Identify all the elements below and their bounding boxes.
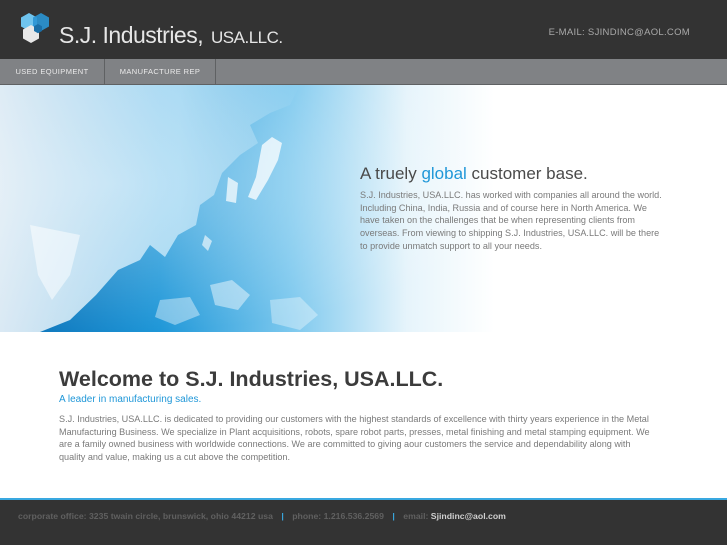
hero-title: A truely global customer base. [360,164,588,184]
footer-office-address: corporate office: 3235 twain circle, bru… [18,511,273,521]
page-description: S.J. Industries, USA.LLC. is dedicated t… [59,414,650,463]
hero-title-highlight: global [421,164,467,183]
footer-separator: | [392,511,395,521]
site-header: S.J. Industries, USA.LLC. E-MAIL: SJINDI… [0,0,727,59]
page-title: Welcome to S.J. Industries, USA.LLC. [59,367,444,391]
footer-separator: | [281,511,284,521]
company-name[interactable]: S.J. Industries, USA.LLC. [59,22,283,49]
page-subtitle: A leader in manufacturing sales. [59,394,202,405]
hero-description: S.J. Industries, USA.LLC. has worked wit… [360,190,662,251]
header-email-link[interactable]: E-MAIL: SJINDINC@AOL.COM [549,27,690,38]
company-name-main: S.J. Industries, [59,22,204,48]
footer-email-label: email: [403,511,429,521]
nav-item-manufacture-rep[interactable]: MANUFACTURE REP [105,59,216,85]
main-nav: USED EQUIPMENT MANUFACTURE REP [0,59,727,85]
footer-contact: corporate office: 3235 twain circle, bru… [18,511,506,521]
hero-title-post: customer base. [471,164,588,183]
nav-item-used-equipment[interactable]: USED EQUIPMENT [0,59,105,85]
hero-banner: A truely global customer base. S.J. Indu… [0,85,727,332]
company-name-suffix: USA.LLC. [211,28,283,47]
hero-title-pre: A truely [360,164,417,183]
footer-email-link[interactable]: Sjindinc@aol.com [431,511,506,521]
company-logo-icon[interactable] [17,11,53,47]
site-footer: corporate office: 3235 twain circle, bru… [0,498,727,545]
footer-phone: phone: 1.216.536.2569 [292,511,384,521]
